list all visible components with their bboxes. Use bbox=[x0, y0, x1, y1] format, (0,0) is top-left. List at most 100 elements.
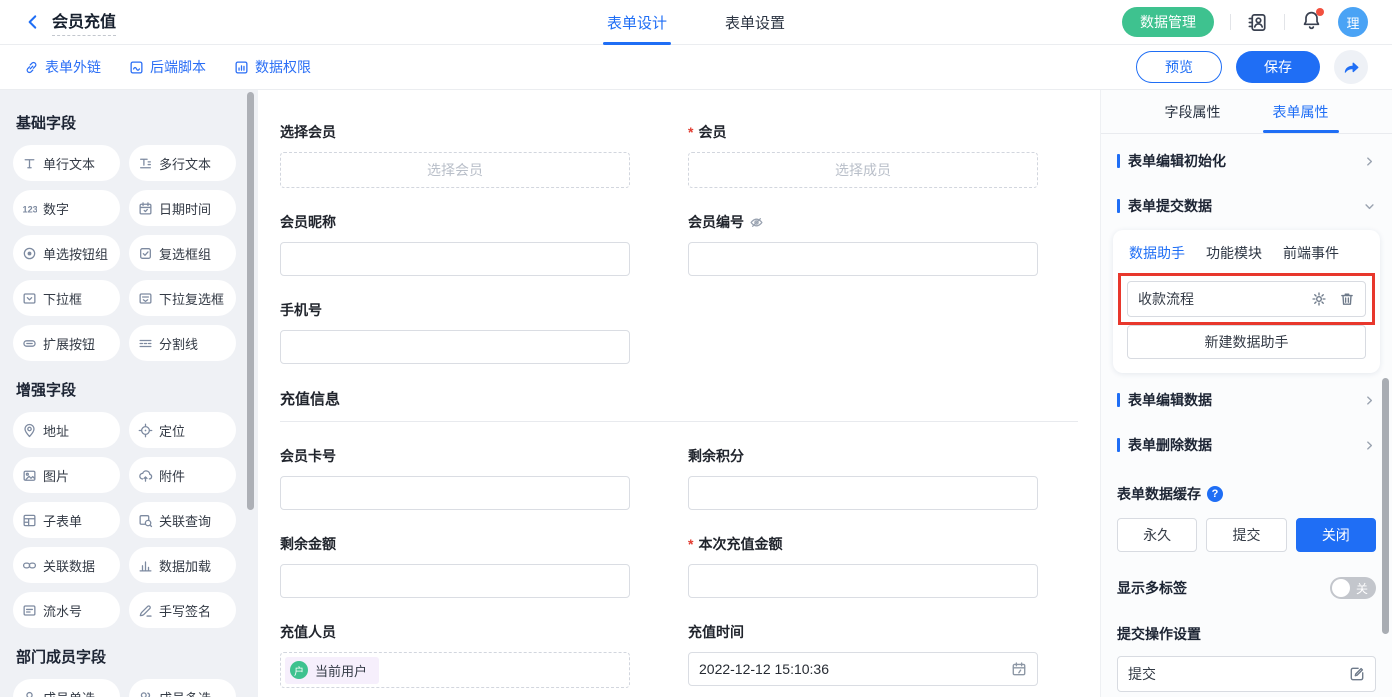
field-phone[interactable]: 手机号 bbox=[280, 300, 630, 364]
toolbar-right: 预览 保存 bbox=[1136, 50, 1368, 84]
sidebar-item-member-single[interactable]: 成员单选 bbox=[13, 679, 120, 697]
trash-icon[interactable] bbox=[1339, 291, 1355, 307]
sidebar-item-multi-select[interactable]: 下拉复选框 bbox=[129, 280, 236, 316]
sidebar-item-related-query[interactable]: 关联查询 bbox=[129, 502, 236, 538]
single-line-text-icon bbox=[22, 156, 37, 171]
serial-number-icon bbox=[22, 603, 37, 618]
panel-lower: 表单数据缓存 ? 永久 提交 关闭 显示多标签 关 提交操作设置 提交 bbox=[1101, 484, 1392, 692]
recharge-time-input[interactable]: 2022-12-12 15:10:36 bbox=[688, 652, 1038, 686]
member-picker[interactable]: 选择成员 bbox=[688, 152, 1038, 188]
edit-icon[interactable] bbox=[1349, 666, 1365, 682]
tab-data-helper[interactable]: 数据助手 bbox=[1129, 243, 1185, 263]
recharge-time-value: 2022-12-12 15:10:36 bbox=[699, 661, 829, 677]
sidebar-item-multi-line-text[interactable]: 多行文本 bbox=[129, 145, 236, 181]
sidebar-item-image[interactable]: 图片 bbox=[13, 457, 120, 493]
data-manage-button[interactable]: 数据管理 bbox=[1122, 7, 1214, 37]
sidebar-item-select[interactable]: 下拉框 bbox=[13, 280, 120, 316]
sidebar-item-radio-group[interactable]: 单选按钮组 bbox=[13, 235, 120, 271]
sidebar-item-related-data[interactable]: 关联数据 bbox=[13, 547, 120, 583]
backend-script-button[interactable]: 后端脚本 bbox=[129, 57, 206, 77]
contacts-icon[interactable] bbox=[1247, 12, 1268, 33]
field-member[interactable]: *会员 选择成员 bbox=[688, 122, 1038, 188]
field-recharge-amount[interactable]: *本次充值金额 bbox=[688, 534, 1038, 598]
form-data-cache-header: 表单数据缓存 ? bbox=[1117, 484, 1376, 504]
form-external-link-button[interactable]: 表单外链 bbox=[24, 57, 101, 77]
sidebar-item-datetime[interactable]: 日期时间 bbox=[129, 190, 236, 226]
chevron-right-icon bbox=[1363, 439, 1376, 452]
sidebar-item-attachment[interactable]: 附件 bbox=[129, 457, 236, 493]
checkbox-group-icon bbox=[138, 246, 153, 261]
page-title[interactable]: 会员充值 bbox=[52, 8, 116, 36]
sidebar-item-divider[interactable]: 分割线 bbox=[129, 325, 236, 361]
sidebar-item-data-load[interactable]: 数据加载 bbox=[129, 547, 236, 583]
current-user-tag[interactable]: 户 当前用户 bbox=[285, 657, 379, 684]
field-remaining-amount[interactable]: 剩余金额 bbox=[280, 534, 630, 598]
section-form-delete-data[interactable]: 表单删除数据 bbox=[1101, 427, 1392, 463]
form-canvas: 选择会员 选择会员 *会员 选择成员 会员昵称 会员编号 手机号 bbox=[258, 90, 1100, 697]
sidebar-item-signature[interactable]: 手写签名 bbox=[129, 592, 236, 628]
submit-setting-input[interactable]: 提交 bbox=[1117, 656, 1376, 692]
cache-option-close[interactable]: 关闭 bbox=[1296, 518, 1376, 552]
divider bbox=[1230, 14, 1231, 30]
help-icon[interactable]: ? bbox=[1207, 486, 1223, 502]
multi-tab-toggle[interactable]: 关 bbox=[1330, 577, 1376, 599]
sidebar-item-number[interactable]: 123数字 bbox=[13, 190, 120, 226]
share-button[interactable] bbox=[1334, 50, 1368, 84]
save-button[interactable]: 保存 bbox=[1236, 51, 1320, 83]
remaining-amount-input[interactable] bbox=[280, 564, 630, 598]
sidebar-item-expand-button[interactable]: 扩展按钮 bbox=[13, 325, 120, 361]
panel-scrollbar[interactable] bbox=[1382, 378, 1389, 634]
field-card-number[interactable]: 会员卡号 bbox=[280, 446, 630, 510]
tab-form-design[interactable]: 表单设计 bbox=[607, 0, 667, 45]
notification-bell-button[interactable] bbox=[1301, 10, 1322, 34]
data-permission-button[interactable]: 数据权限 bbox=[234, 57, 311, 77]
card-number-input[interactable] bbox=[280, 476, 630, 510]
recharge-amount-input[interactable] bbox=[688, 564, 1038, 598]
preview-button[interactable]: 预览 bbox=[1136, 51, 1222, 83]
field-label: 充值时间 bbox=[688, 622, 744, 642]
member-multi-icon bbox=[138, 690, 153, 698]
sidebar-item-member-multi[interactable]: 成员多选 bbox=[129, 679, 236, 697]
new-data-helper-button[interactable]: 新建数据助手 bbox=[1127, 325, 1366, 359]
section-form-edit-init[interactable]: 表单编辑初始化 bbox=[1101, 143, 1392, 179]
remaining-points-input[interactable] bbox=[688, 476, 1038, 510]
field-remaining-points[interactable]: 剩余积分 bbox=[688, 446, 1038, 510]
field-select-member[interactable]: 选择会员 选择会员 bbox=[280, 122, 630, 188]
select-member-picker[interactable]: 选择会员 bbox=[280, 152, 630, 188]
sidebar-item-location[interactable]: 定位 bbox=[129, 412, 236, 448]
tab-form-properties[interactable]: 表单属性 bbox=[1273, 90, 1329, 133]
cache-option-submit[interactable]: 提交 bbox=[1206, 518, 1286, 552]
sidebar-item-checkbox-group[interactable]: 复选框组 bbox=[129, 235, 236, 271]
data-helper-item[interactable]: 收款流程 bbox=[1127, 281, 1366, 317]
sidebar-item-serial-number[interactable]: 流水号 bbox=[13, 592, 120, 628]
sidebar-item-address[interactable]: 地址 bbox=[13, 412, 120, 448]
phone-input[interactable] bbox=[280, 330, 630, 364]
enhanced-fields-grid: 地址 定位 图片 附件 子表单 关联查询 关联数据 数据加载 流水号 手写签名 bbox=[0, 412, 258, 636]
avatar[interactable]: 理 bbox=[1338, 7, 1368, 37]
sidebar-scrollbar[interactable] bbox=[247, 92, 254, 510]
gear-icon[interactable] bbox=[1311, 291, 1327, 307]
field-label: 会员 bbox=[698, 122, 726, 142]
field-member-id[interactable]: 会员编号 bbox=[688, 212, 1038, 276]
tab-field-properties[interactable]: 字段属性 bbox=[1165, 90, 1221, 133]
member-id-input[interactable] bbox=[688, 242, 1038, 276]
field-recharge-time[interactable]: 充值时间 2022-12-12 15:10:36 bbox=[688, 622, 1038, 688]
page-body: 基础字段 单行文本 多行文本 123数字 日期时间 单选按钮组 复选框组 下拉框… bbox=[0, 90, 1392, 697]
tab-form-settings[interactable]: 表单设置 bbox=[725, 0, 785, 45]
field-label: 充值人员 bbox=[280, 622, 336, 642]
sidebar-item-single-line-text[interactable]: 单行文本 bbox=[13, 145, 120, 181]
sidebar-item-label: 复选框组 bbox=[159, 244, 211, 263]
section-form-submit-data[interactable]: 表单提交数据 bbox=[1101, 188, 1392, 224]
field-member-nickname[interactable]: 会员昵称 bbox=[280, 212, 630, 276]
section-form-edit-data[interactable]: 表单编辑数据 bbox=[1101, 382, 1392, 418]
tab-frontend-event[interactable]: 前端事件 bbox=[1283, 243, 1339, 263]
back-icon[interactable] bbox=[24, 13, 42, 31]
member-nickname-input[interactable] bbox=[280, 242, 630, 276]
field-recharge-operator[interactable]: 充值人员 户 当前用户 bbox=[280, 622, 630, 688]
sidebar-item-subform[interactable]: 子表单 bbox=[13, 502, 120, 538]
recharge-operator-picker[interactable]: 户 当前用户 bbox=[280, 652, 630, 688]
cache-option-permanent[interactable]: 永久 bbox=[1117, 518, 1197, 552]
tab-function-module[interactable]: 功能模块 bbox=[1206, 243, 1262, 263]
panel-tabs: 字段属性 表单属性 bbox=[1101, 90, 1392, 134]
location-icon bbox=[138, 423, 153, 438]
